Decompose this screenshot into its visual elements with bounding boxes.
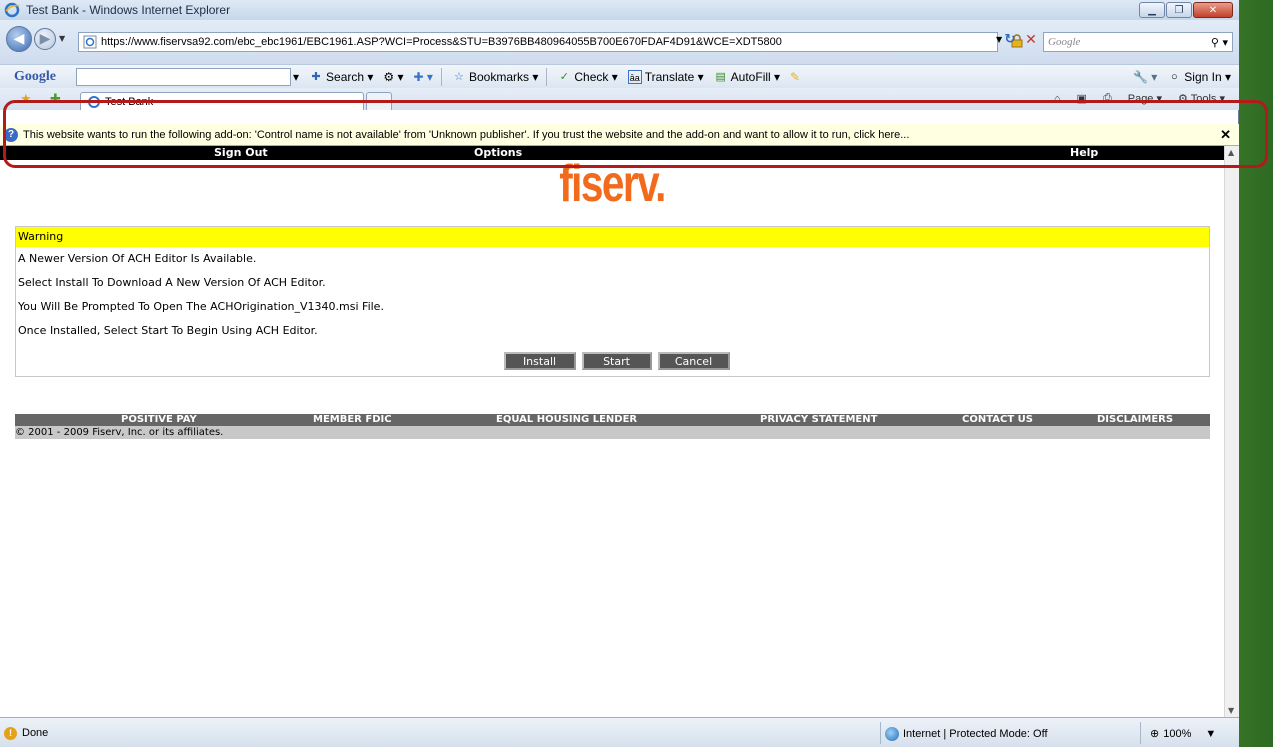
warning-line: You Will Be Prompted To Open The ACHOrig… (18, 300, 384, 313)
vertical-scrollbar[interactable]: ▲ ▼ (1224, 146, 1239, 717)
window-title: Test Bank - Windows Internet Explorer (26, 3, 231, 17)
footer-link-disclaimers[interactable]: DISCLAIMERS (1097, 414, 1173, 426)
google-search-input[interactable] (76, 67, 291, 86)
page-menu[interactable]: Page ▾ (1128, 92, 1162, 105)
spell-check-button[interactable]: ✓ Check ▾ (557, 70, 618, 84)
status-bar: ! Done Internet | Protected Mode: Off ⊕ … (0, 717, 1239, 747)
sign-in-icon: ○ (1170, 70, 1178, 83)
page-content: Sign Out Options Help fiserv. Warning A … (0, 146, 1224, 717)
url-text: https://www.fiservsa92.com/ebc_ebc1961/E… (101, 36, 782, 48)
print-icon[interactable]: ⎙ (1103, 92, 1112, 105)
new-tab-button[interactable] (366, 92, 392, 110)
fiserv-logo: fiserv. (559, 155, 666, 213)
status-warning-icon: ! (4, 727, 17, 740)
infobar-close-icon[interactable]: ✕ (1220, 127, 1231, 143)
install-button[interactable]: Install (503, 352, 576, 370)
footer-link-contact[interactable]: CONTACT US (962, 414, 1033, 426)
start-button[interactable]: Start (581, 352, 652, 370)
recent-pages-dropdown-icon[interactable]: ▼ (59, 34, 65, 43)
zoom-icon: ⊕ (1150, 728, 1160, 740)
forward-button[interactable]: ▶ (34, 28, 56, 50)
search-placeholder: Google (1048, 36, 1081, 48)
pagerank-icon[interactable]: ⚙ ▾ (383, 70, 403, 84)
feeds-icon[interactable]: ▣ (1077, 92, 1087, 105)
warning-line: Once Installed, Select Start To Begin Us… (18, 324, 318, 337)
close-window-button[interactable]: ✕ (1193, 2, 1233, 18)
spellcheck-icon: ✓ (559, 70, 569, 83)
zoom-dropdown-icon[interactable]: ▼ (1205, 728, 1216, 740)
address-toolbar: ◀ ▶ ▼ https://www.fiservsa92.com/ebc_ebc… (0, 20, 1239, 64)
google-search-button[interactable]: ✚ Search ▾ (309, 70, 373, 84)
autofill-button[interactable]: ▤ AutoFill ▾ (714, 70, 780, 84)
refresh-icon[interactable]: ↻ (1000, 32, 1020, 52)
scroll-down-icon[interactable]: ▼ (1228, 706, 1234, 715)
google-search-dropdown-icon[interactable]: ▾ (293, 70, 299, 84)
page-ie-icon (83, 35, 97, 49)
favorites-star-icon[interactable]: ★ (20, 92, 32, 107)
search-box[interactable]: Google ⚲ ▾ (1043, 32, 1233, 52)
tab-bar: ★ ✚ Test Bank ⌂ ▣ ⎙ Page ▾ ⚙ Tools ▾ (0, 88, 1239, 110)
zoom-control[interactable]: ⊕ 100% ▼ (1150, 727, 1216, 741)
infobar-message: This website wants to run the following … (23, 128, 910, 141)
google-toolbar: Google ▾ ✚ Search ▾ ⚙ ▾ ✚ ▾ ☆ Bookmarks … (0, 64, 1239, 88)
translate-icon: āa (627, 69, 642, 84)
command-bar: ⌂ ▣ ⎙ Page ▾ ⚙ Tools ▾ (1054, 92, 1225, 105)
stop-icon[interactable]: ✕ (1021, 32, 1041, 52)
bookmarks-button[interactable]: ☆ Bookmarks ▾ (452, 70, 538, 84)
action-buttons: Install Start Cancel (16, 352, 1211, 370)
tools-menu[interactable]: ⚙ Tools ▾ (1178, 92, 1225, 105)
browser-window: Test Bank - Windows Internet Explorer ▁ … (0, 0, 1239, 747)
google-logo: Google (14, 68, 56, 84)
translate-button[interactable]: āa Translate ▾ (627, 69, 704, 84)
warning-heading: Warning (16, 227, 1209, 247)
sign-in-button[interactable]: ○ Sign In ▾ (1167, 70, 1231, 84)
search-icon[interactable]: ⚲ ▾ (1211, 36, 1228, 49)
add-button-icon[interactable]: ✚ ▾ (414, 70, 433, 84)
star-icon: ☆ (454, 70, 464, 83)
warning-line: A Newer Version Of ACH Editor Is Availab… (18, 252, 257, 265)
tab-test-bank[interactable]: Test Bank (80, 92, 364, 110)
window-controls: ▁ ❐ ✕ (1139, 2, 1233, 18)
globe-icon (885, 727, 899, 741)
warning-line: Select Install To Download A New Version… (18, 276, 326, 289)
ie-logo-icon (4, 2, 20, 18)
copyright-text: © 2001 - 2009 Fiserv, Inc. or its affili… (15, 426, 1210, 439)
minimize-button[interactable]: ▁ (1139, 2, 1165, 18)
info-shield-icon: ? (4, 127, 18, 142)
scroll-up-icon[interactable]: ▲ (1228, 148, 1234, 157)
footer-link-privacy[interactable]: PRIVACY STATEMENT (760, 414, 877, 426)
title-bar: Test Bank - Windows Internet Explorer ▁ … (0, 0, 1239, 20)
wrench-icon[interactable]: 🔧 ▾ (1133, 70, 1157, 84)
maximize-button[interactable]: ❐ (1166, 2, 1192, 18)
warning-panel: Warning A Newer Version Of ACH Editor Is… (15, 226, 1210, 377)
footer-link-equal-housing[interactable]: EQUAL HOUSING LENDER (496, 414, 637, 426)
cancel-button[interactable]: Cancel (657, 352, 730, 370)
tab-ie-icon (88, 95, 100, 108)
pencil-icon[interactable]: ✎ (790, 70, 800, 84)
footer-navigation: POSITIVE PAY MEMBER FDIC EQUAL HOUSING L… (15, 414, 1210, 426)
add-favorites-icon[interactable]: ✚ (50, 92, 61, 107)
footer-link-positive-pay[interactable]: POSITIVE PAY (121, 414, 197, 426)
google-search-icon: ✚ (311, 70, 321, 83)
home-icon[interactable]: ⌂ (1054, 93, 1061, 105)
back-button[interactable]: ◀ (6, 26, 32, 52)
autofill-icon: ▤ (715, 70, 726, 83)
address-bar[interactable]: https://www.fiservsa92.com/ebc_ebc1961/E… (78, 32, 998, 52)
status-text: Done (22, 727, 49, 739)
security-zone[interactable]: Internet | Protected Mode: Off (885, 727, 1048, 741)
footer-link-member-fdic[interactable]: MEMBER FDIC (313, 414, 392, 426)
information-bar[interactable]: ? This website wants to run the followin… (0, 124, 1239, 146)
